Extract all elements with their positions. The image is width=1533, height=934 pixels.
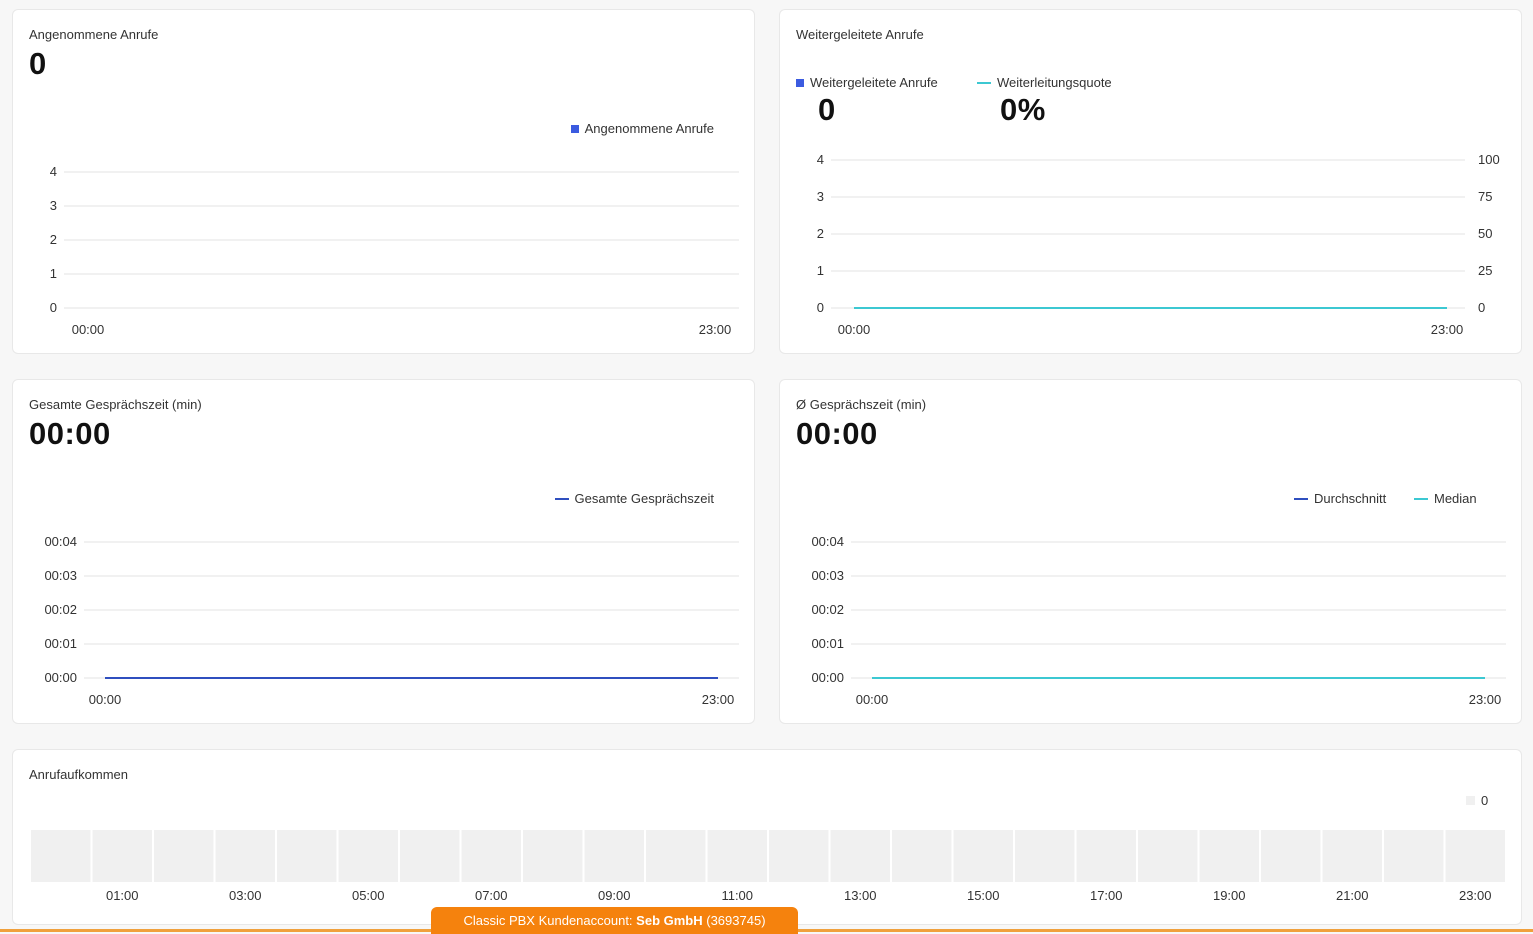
avg-talk-time-card: Ø Gesprächszeit (min) 00:00 Durchschnitt… xyxy=(779,379,1522,724)
heatmap-cell xyxy=(1199,830,1259,882)
call-volume-heatmap: 01:00 03:00 05:00 07:00 09:00 11:00 13:00 15:00… xyxy=(31,830,1505,903)
y-tick-label: 00:02 xyxy=(811,602,844,617)
heatmap-cell xyxy=(92,830,152,882)
avg-talk-time-chart: 00:00 00:01 00:02 00:03 00:04 00:00 23:00 xyxy=(811,534,1506,707)
y2-tick-label: 75 xyxy=(1478,189,1492,204)
account-company: Seb GmbH xyxy=(636,913,703,928)
account-prefix: Classic PBX Kundenaccount: xyxy=(463,913,637,928)
heatmap-cell xyxy=(707,830,767,882)
y-tick-label: 1 xyxy=(817,263,824,278)
heatmap-cell xyxy=(953,830,1013,882)
heatmap-cell xyxy=(1076,830,1136,882)
x-tick-label: 07:00 xyxy=(475,888,508,903)
x-tick-label: 00:00 xyxy=(89,692,122,707)
y-tick-label: 2 xyxy=(50,232,57,247)
heatmap-cell xyxy=(461,830,521,882)
heatmap-cell xyxy=(584,830,644,882)
answered-calls-chart: 0 1 2 3 4 00:00 23:00 xyxy=(50,164,739,337)
x-tick-label: 15:00 xyxy=(967,888,1000,903)
y-tick-label: 0 xyxy=(817,300,824,315)
y2-tick-label: 25 xyxy=(1478,263,1492,278)
account-badge[interactable]: Classic PBX Kundenaccount: Seb GmbH (369… xyxy=(431,907,798,934)
x-tick-label: 01:00 xyxy=(106,888,139,903)
y-tick-label: 0 xyxy=(50,300,57,315)
y-tick-label: 00:00 xyxy=(44,670,77,685)
heatmap-cell xyxy=(646,830,706,882)
forwarded-calls-card: Weitergeleitete Anrufe Weitergeleitete A… xyxy=(779,9,1522,354)
heatmap-cell xyxy=(154,830,214,882)
y-tick-label: 00:02 xyxy=(44,602,77,617)
y-tick-label: 00:04 xyxy=(811,534,844,549)
y-tick-label: 2 xyxy=(817,226,824,241)
x-tick-label: 09:00 xyxy=(598,888,631,903)
heatmap-cell xyxy=(830,830,890,882)
y-tick-label: 3 xyxy=(50,198,57,213)
heatmap-cell xyxy=(769,830,829,882)
y-tick-label: 00:04 xyxy=(44,534,77,549)
heatmap-cell xyxy=(1261,830,1321,882)
y-tick-label: 4 xyxy=(50,164,57,179)
y2-tick-label: 0 xyxy=(1478,300,1485,315)
y-tick-label: 00:01 xyxy=(44,636,77,651)
x-tick-label: 19:00 xyxy=(1213,888,1246,903)
x-tick-label: 23:00 xyxy=(1459,888,1492,903)
x-tick-label: 23:00 xyxy=(702,692,735,707)
answered-calls-card: Angenommene Anrufe 0 Angenommene Anrufe … xyxy=(12,9,755,354)
heatmap-cell xyxy=(338,830,398,882)
total-talk-time-card: Gesamte Gesprächszeit (min) 00:00 Gesamt… xyxy=(12,379,755,724)
heatmap-cell xyxy=(1015,830,1075,882)
heatmap-cell xyxy=(1445,830,1505,882)
x-tick-label: 05:00 xyxy=(352,888,385,903)
x-tick-label: 17:00 xyxy=(1090,888,1123,903)
call-volume-card: Anrufaufkommen 0 01:00 03:00 05:00 07:00 09:… xyxy=(12,749,1522,925)
heatmap-cell xyxy=(1384,830,1444,882)
x-tick-label: 00:00 xyxy=(838,322,871,337)
y-tick-label: 4 xyxy=(817,152,824,167)
heatmap-cell xyxy=(277,830,337,882)
heatmap-cell xyxy=(1322,830,1382,882)
heatmap-cell xyxy=(215,830,275,882)
y2-tick-label: 100 xyxy=(1478,152,1500,167)
y-tick-label: 3 xyxy=(817,189,824,204)
heatmap-cell xyxy=(1138,830,1198,882)
x-tick-label: 23:00 xyxy=(1431,322,1464,337)
x-tick-label: 21:00 xyxy=(1336,888,1369,903)
y-tick-label: 00:00 xyxy=(811,670,844,685)
total-talk-time-chart: 00:00 00:01 00:02 00:03 00:04 00:00 23:00 xyxy=(44,534,739,707)
x-tick-label: 13:00 xyxy=(844,888,877,903)
x-tick-label: 00:00 xyxy=(72,322,105,337)
forwarded-calls-chart: 0 1 2 3 4 0 25 50 75 100 00:00 23:00 xyxy=(817,152,1500,337)
y-tick-label: 00:01 xyxy=(811,636,844,651)
y-tick-label: 00:03 xyxy=(44,568,77,583)
x-tick-label: 23:00 xyxy=(1469,692,1502,707)
x-tick-label: 11:00 xyxy=(721,888,753,903)
x-tick-label: 23:00 xyxy=(699,322,732,337)
y-tick-label: 00:03 xyxy=(811,568,844,583)
heatmap-cell xyxy=(892,830,952,882)
x-tick-label: 03:00 xyxy=(229,888,262,903)
x-tick-label: 00:00 xyxy=(856,692,889,707)
heatmap-cell xyxy=(523,830,583,882)
heatmap-cell xyxy=(400,830,460,882)
account-number: (3693745) xyxy=(702,913,766,928)
y2-tick-label: 50 xyxy=(1478,226,1492,241)
y-tick-label: 1 xyxy=(50,266,57,281)
heatmap-cell xyxy=(31,830,91,882)
